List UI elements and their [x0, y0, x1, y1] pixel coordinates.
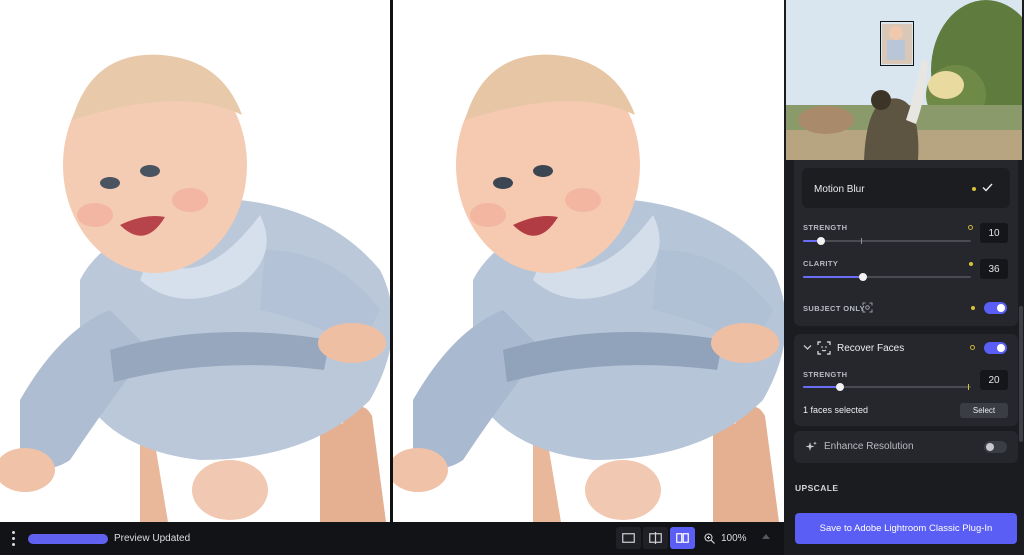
kebab-menu-icon[interactable] [0, 522, 26, 555]
baby-photo-before [0, 54, 390, 522]
side-by-side-view-button[interactable] [670, 527, 695, 549]
clarity-value[interactable]: 36 [980, 259, 1008, 279]
recover-faces-label: Recover Faces [837, 343, 905, 354]
subject-only-label: SUBJECT ONLY [803, 304, 866, 313]
face-strength-label: STRENGTH [803, 370, 848, 379]
faces-selected-text: 1 faces selected [803, 405, 869, 415]
strength-label: STRENGTH [803, 223, 848, 232]
check-icon [982, 183, 993, 192]
split-view-button[interactable] [643, 527, 668, 549]
subject-only-toggle[interactable] [984, 302, 1007, 314]
subject-only-indicator [971, 306, 975, 310]
after-preview-pane[interactable] [393, 0, 784, 522]
zoom-level: 100% [721, 533, 747, 544]
face-scan-icon [817, 341, 831, 355]
clarity-label: CLARITY [803, 259, 839, 268]
baby-photo-after [393, 54, 784, 522]
clarity-indicator [969, 262, 973, 266]
sparkle-icon [805, 441, 817, 451]
select-faces-button[interactable]: Select [960, 403, 1008, 418]
zoom-icon [704, 533, 715, 544]
clarity-slider[interactable] [803, 273, 971, 281]
navigator-viewport-frame[interactable] [880, 21, 914, 66]
side-by-side-icon [676, 533, 689, 543]
save-to-lightroom-button[interactable]: Save to Adobe Lightroom Classic Plug-In [795, 513, 1017, 544]
motion-blur-indicator [972, 187, 976, 191]
navigator-thumbnail[interactable] [786, 0, 1022, 160]
recover-faces-toggle[interactable] [984, 342, 1007, 354]
adjustments-panel: Motion Blur STRENGTH 10 CLARITY 36 SUBJE… [784, 0, 1024, 555]
split-view-icon [649, 532, 662, 544]
recover-faces-indicator [970, 345, 975, 350]
single-view-button[interactable] [616, 527, 641, 549]
enhance-resolution-label: Enhance Resolution [824, 441, 914, 452]
face-strength-slider[interactable] [803, 383, 971, 391]
subject-focus-icon [862, 302, 873, 313]
motion-strength-value[interactable]: 10 [980, 223, 1008, 243]
chevron-down-icon[interactable] [803, 344, 812, 351]
before-preview-pane[interactable] [0, 0, 390, 522]
motion-strength-slider[interactable] [803, 237, 971, 245]
view-mode-group [616, 527, 695, 549]
panel-scrollbar[interactable] [1019, 306, 1023, 442]
preview-status-text: Preview Updated [114, 533, 191, 544]
strength-reset-indicator[interactable] [968, 225, 973, 230]
app-window: Preview Updated 100% Motion Blur STRENGT… [0, 0, 1024, 555]
single-view-icon [622, 533, 635, 543]
upscale-heading: UPSCALE [795, 483, 839, 493]
bottom-toolbar: Preview Updated 100% [0, 522, 784, 555]
zoom-caret-icon[interactable] [762, 534, 770, 539]
preview-progress-bar [28, 533, 108, 544]
motion-blur-label: Motion Blur [814, 184, 865, 195]
zoom-control[interactable]: 100% [704, 522, 747, 555]
enhance-resolution-toggle[interactable] [984, 441, 1007, 453]
face-strength-value[interactable]: 20 [980, 370, 1008, 390]
